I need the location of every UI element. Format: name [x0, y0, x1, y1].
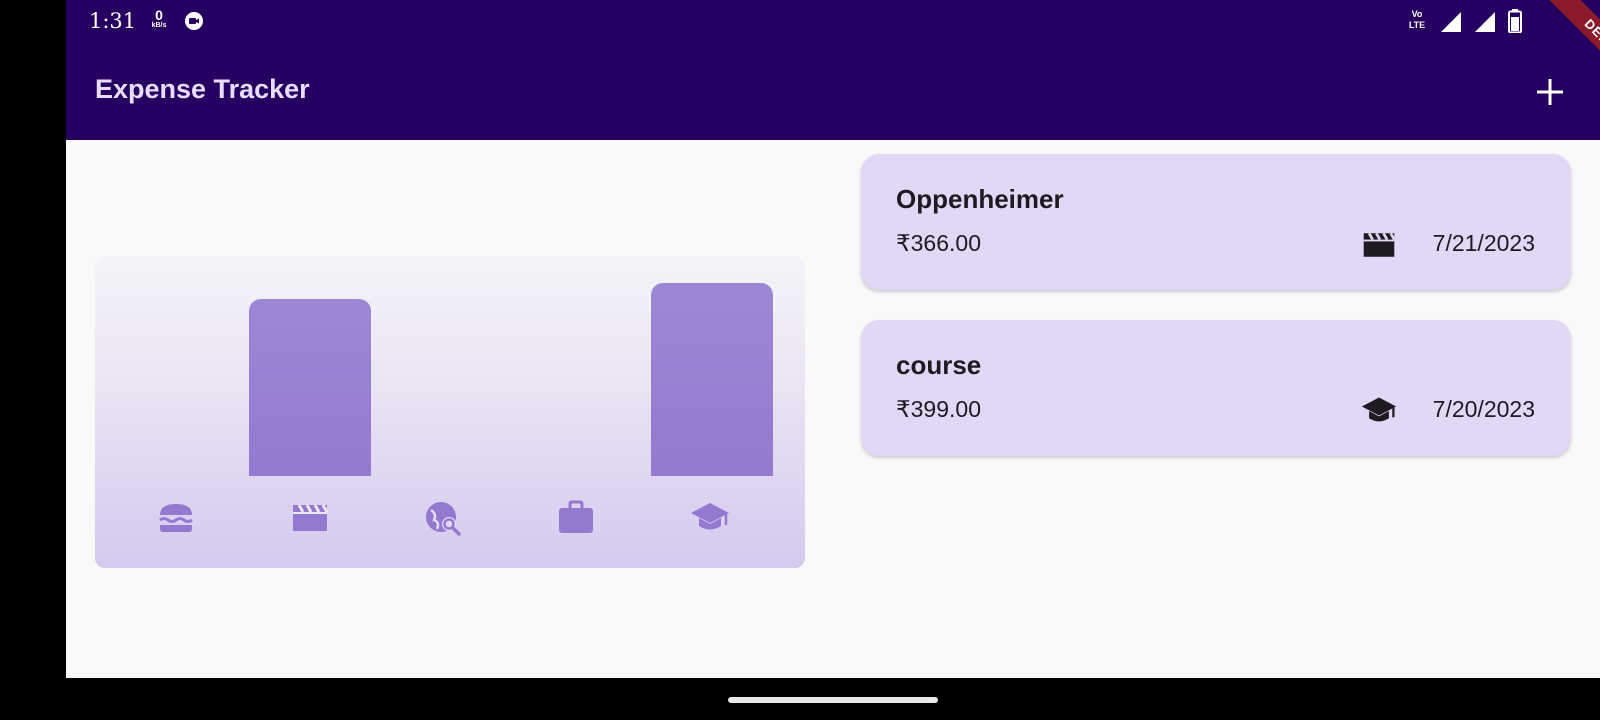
network-speed-unit: kB/s	[151, 22, 167, 29]
expense-amount: ₹399.00	[896, 396, 981, 422]
signal-icon	[1441, 12, 1461, 32]
status-time: 1:31	[89, 9, 137, 33]
graduation-cap-icon	[1361, 397, 1397, 422]
briefcase-icon	[559, 500, 593, 533]
burger-icon	[159, 504, 193, 532]
plus-icon	[1537, 79, 1563, 105]
expense-title: course	[896, 350, 982, 380]
battery-icon	[1508, 9, 1522, 33]
status-bar: 1:31 0 kB/s Vo LTE	[66, 0, 1600, 44]
network-speed-value: 0	[155, 7, 163, 23]
phone-screen: 1:31 0 kB/s Vo LTE Expense Tracker DEBUG…	[66, 0, 1600, 720]
main-content: Oppenheimer ₹366.00 7/21/2023 course ₹39…	[66, 140, 1600, 678]
add-expense-button[interactable]	[1530, 72, 1570, 112]
expense-amount: ₹366.00	[896, 230, 981, 256]
volte-line1: Vo	[1411, 9, 1423, 19]
graduation-cap-icon	[691, 503, 729, 530]
expense-card[interactable]: Oppenheimer ₹366.00 7/21/2023	[861, 154, 1571, 290]
travel-explore-icon	[426, 502, 461, 536]
movie-clapper-icon	[1363, 232, 1396, 257]
volte-indicator: Vo LTE	[1404, 9, 1430, 31]
app-title: Expense Tracker	[95, 74, 310, 104]
expense-title: Oppenheimer	[896, 184, 1064, 214]
network-speed: 0 kB/s	[146, 8, 172, 29]
expense-date: 7/21/2023	[1432, 230, 1535, 256]
signal-icon	[1475, 12, 1495, 32]
chart-bar-leisure	[249, 299, 371, 476]
movie-clapper-icon	[293, 504, 329, 531]
expense-date: 7/20/2023	[1432, 396, 1535, 422]
chart-bar-education	[651, 283, 773, 476]
volte-line2: LTE	[1408, 20, 1426, 30]
system-nav-bar	[66, 678, 1600, 720]
expense-chart	[95, 256, 805, 568]
screen-record-icon	[185, 12, 203, 30]
app-bar: Expense Tracker	[66, 44, 1600, 140]
expense-card[interactable]: course ₹399.00 7/20/2023	[861, 320, 1571, 456]
home-gesture-handle[interactable]	[728, 697, 938, 703]
